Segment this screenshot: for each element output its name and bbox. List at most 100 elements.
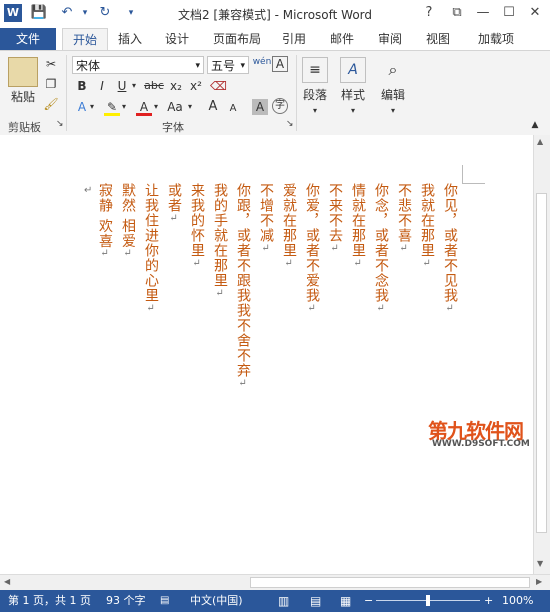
ribbon-display-options-icon[interactable]: ⧉ <box>446 3 468 23</box>
shrink-font-button[interactable]: A <box>226 101 240 117</box>
chevron-down-icon[interactable]: ▾ <box>88 99 96 115</box>
help-button[interactable]: ? <box>418 3 440 23</box>
text-column[interactable]: 爱就在那里↵ <box>279 183 299 269</box>
tab-mailings[interactable]: 邮件 <box>322 28 362 50</box>
text-column[interactable]: 来我的怀里↵ <box>187 183 207 269</box>
read-mode-icon[interactable]: ▥ <box>278 590 289 612</box>
copy-icon[interactable]: ❐ <box>42 76 60 92</box>
chevron-down-icon[interactable]: ▾ <box>240 57 245 75</box>
styles-button[interactable]: 样式 <box>334 87 372 103</box>
paragraph-icon[interactable]: ≡ <box>302 57 328 83</box>
chevron-down-icon[interactable]: ▾ <box>195 57 200 75</box>
horizontal-scrollbar[interactable]: ◀ ▶ <box>0 574 550 590</box>
paste-button[interactable]: 粘贴 <box>6 89 40 105</box>
paragraph-button[interactable]: 段落 <box>296 87 334 103</box>
font-color-icon[interactable]: A <box>136 99 152 116</box>
tab-review[interactable]: 审阅 <box>370 28 410 50</box>
paragraph-mark: ↵ <box>84 185 93 196</box>
editing-button[interactable]: 编辑 <box>374 87 412 103</box>
chevron-down-icon[interactable]: ▾ <box>344 103 362 119</box>
clipboard-group-label: 剪贴板 <box>8 121 41 134</box>
text-column[interactable]: 你见，或者不见我↵ <box>440 183 460 314</box>
text-column[interactable]: 或者↵ <box>164 183 184 224</box>
tab-page-layout[interactable]: 页面布局 <box>206 28 268 50</box>
title-bar: W 💾 ↶ ▾ ↻ ▾ 文档2 [兼容模式] - Microsoft Word … <box>0 0 550 28</box>
proofing-icon[interactable]: ▤ <box>160 590 169 612</box>
tab-design[interactable]: 设计 <box>156 28 198 50</box>
vertical-scroll-thumb[interactable] <box>536 193 547 533</box>
text-column[interactable]: 情就在那里↵ <box>348 183 368 269</box>
tab-references[interactable]: 引用 <box>274 28 314 50</box>
scroll-right-icon[interactable]: ▶ <box>536 577 542 586</box>
character-shading-button[interactable]: A <box>252 99 268 115</box>
vertical-scrollbar[interactable]: ▲ ▼ <box>533 135 550 574</box>
font-launcher-icon[interactable]: ↘ <box>286 119 294 129</box>
text-column[interactable]: 我的手就在那里↵ <box>210 183 230 299</box>
underline-button[interactable]: U <box>114 78 130 94</box>
clear-formatting-icon[interactable]: ⌫ <box>210 78 227 94</box>
font-name-value: 宋体 <box>76 59 101 73</box>
minimize-button[interactable]: — <box>472 3 494 23</box>
page-count[interactable]: 第 1 页，共 1 页 <box>8 590 91 612</box>
zoom-in-icon[interactable]: + <box>484 590 493 612</box>
chevron-down-icon[interactable]: ▾ <box>120 99 128 115</box>
strikethrough-button[interactable]: abc <box>142 78 166 94</box>
text-column[interactable]: 你爱，或者不爱我↵ <box>302 183 322 314</box>
tab-view[interactable]: 视图 <box>418 28 458 50</box>
zoom-slider-thumb[interactable] <box>426 595 430 606</box>
tab-insert[interactable]: 插入 <box>110 28 150 50</box>
tab-home[interactable]: 开始 <box>62 28 108 51</box>
web-layout-icon[interactable]: ▦ <box>340 590 351 612</box>
text-column[interactable]: 不来不去↵ <box>325 183 345 254</box>
scroll-up-icon[interactable]: ▲ <box>537 137 543 146</box>
scroll-down-icon[interactable]: ▼ <box>537 559 543 568</box>
highlight-icon[interactable]: ✎ <box>104 99 120 116</box>
ribbon: 粘贴 ✂ ❐ 🖌 剪贴板 ↘ 宋体 ▾ 五号 ▾ wén A B I U ▾ a… <box>0 50 550 136</box>
superscript-button[interactable]: x² <box>188 78 204 94</box>
character-border-button[interactable]: A <box>272 56 288 72</box>
font-name-combo[interactable]: 宋体 ▾ <box>72 56 204 74</box>
font-size-value: 五号 <box>211 59 236 73</box>
language-indicator[interactable]: 中文(中国) <box>190 590 243 612</box>
chevron-down-icon[interactable]: ▾ <box>130 78 138 94</box>
bold-button[interactable]: B <box>74 78 90 94</box>
grow-font-button[interactable]: A <box>206 99 220 115</box>
text-column[interactable]: 你念，或者不念我↵ <box>371 183 391 314</box>
paste-icon[interactable] <box>8 57 38 87</box>
text-column[interactable]: 让我住进你的心里↵ <box>141 183 161 314</box>
scroll-left-icon[interactable]: ◀ <box>4 577 10 586</box>
text-column[interactable]: 默然 相爱↵ <box>118 183 138 259</box>
change-case-button[interactable]: Aa <box>164 99 186 115</box>
zoom-level[interactable]: 100% <box>502 590 533 612</box>
text-column[interactable]: 你跟，或者不跟我我不舍不弃↵ <box>233 183 253 389</box>
text-column[interactable]: 寂静 欢喜↵ <box>95 183 115 259</box>
enclose-characters-icon[interactable]: 字 <box>272 98 288 114</box>
subscript-button[interactable]: x₂ <box>168 78 184 94</box>
tab-file[interactable]: 文件 <box>0 28 56 50</box>
chevron-down-icon[interactable]: ▾ <box>306 103 324 119</box>
horizontal-scroll-thumb[interactable] <box>250 577 530 588</box>
tab-addins[interactable]: 加载项 <box>468 28 524 50</box>
text-column[interactable]: 我就在那里↵ <box>417 183 437 269</box>
restore-button[interactable]: ☐ <box>498 3 520 23</box>
text-column[interactable]: 不增不减↵ <box>256 183 276 254</box>
binoculars-icon[interactable]: ⌕ <box>380 57 406 83</box>
format-painter-icon[interactable]: 🖌 <box>42 96 60 112</box>
chevron-down-icon[interactable]: ▾ <box>186 99 194 115</box>
chevron-down-icon[interactable]: ▾ <box>152 99 160 115</box>
chevron-down-icon[interactable]: ▾ <box>384 103 402 119</box>
text-column[interactable]: 不悲不喜↵ <box>394 183 414 254</box>
clipboard-launcher-icon[interactable]: ↘ <box>56 119 64 129</box>
document-canvas[interactable]: 你见，或者不见我↵ 我就在那里↵ 不悲不喜↵ 你念，或者不念我↵ 情就在那里↵ … <box>0 135 533 574</box>
watermark-url: WWW.D9SOFT.COM <box>432 439 530 449</box>
cut-icon[interactable]: ✂ <box>42 56 60 72</box>
collapse-ribbon-icon[interactable]: ▲ <box>528 117 542 133</box>
phonetic-guide-button[interactable]: wén <box>252 54 272 70</box>
italic-button[interactable]: I <box>94 78 110 94</box>
font-size-combo[interactable]: 五号 ▾ <box>207 56 249 74</box>
word-count[interactable]: 93 个字 <box>106 590 146 612</box>
print-layout-icon[interactable]: ▤ <box>310 590 321 612</box>
close-button[interactable]: ✕ <box>524 3 546 23</box>
styles-icon[interactable]: A <box>340 57 366 83</box>
zoom-out-icon[interactable]: − <box>364 590 373 612</box>
